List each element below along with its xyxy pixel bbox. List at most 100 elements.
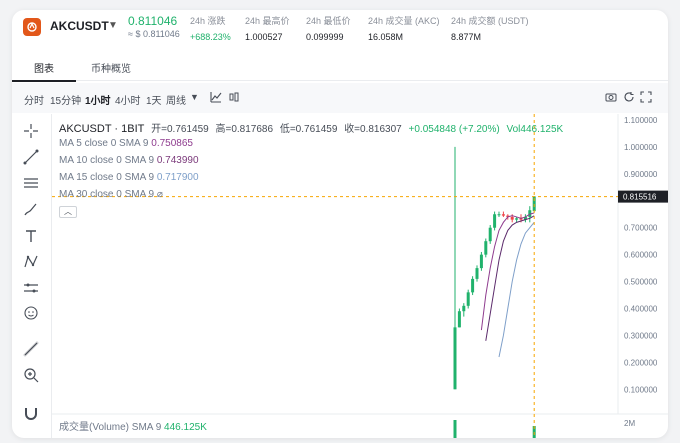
price-usd: ≈ $ 0.811046 bbox=[128, 29, 180, 39]
crosshair-icon[interactable] bbox=[22, 122, 40, 140]
tab-chart[interactable]: 图表 bbox=[34, 60, 54, 75]
price-tick-label: 0.900000 bbox=[624, 170, 658, 179]
timeframe-time[interactable]: 分时 bbox=[24, 92, 44, 107]
refresh-icon[interactable] bbox=[623, 91, 635, 103]
stat-label: 24h 涨跌 bbox=[190, 16, 226, 26]
candle-body bbox=[510, 216, 514, 220]
volume-legend: 成交量(Volume) SMA 9 446.125K bbox=[59, 418, 207, 433]
brush-icon[interactable] bbox=[22, 201, 40, 219]
price-tick-label: 0.700000 bbox=[624, 224, 658, 233]
candle-body bbox=[475, 268, 479, 279]
stat-value: 1.000527 bbox=[245, 32, 283, 42]
price-tick-label: 0.300000 bbox=[624, 331, 658, 340]
trend-line-icon[interactable] bbox=[22, 148, 40, 166]
indicator-icon[interactable] bbox=[210, 91, 222, 103]
candle-body bbox=[493, 214, 497, 228]
ruler-icon[interactable] bbox=[22, 340, 40, 358]
camera-icon[interactable] bbox=[605, 91, 617, 103]
stat-high: 24h 最高价 1.000527 bbox=[245, 14, 290, 42]
ohlc-legend: AKCUSDT · 1BIT 开=0.761459 高=0.817686 低=0… bbox=[59, 120, 567, 135]
price-tick-label: 0.200000 bbox=[624, 358, 658, 367]
ma10-legend[interactable]: MA 10 close 0 SMA 9 0.743990 bbox=[59, 155, 199, 166]
candle-body bbox=[515, 218, 519, 220]
current-price-tag: 0.815516 bbox=[623, 193, 657, 202]
ma15-line bbox=[498, 222, 535, 358]
timeframe-dropdown-icon[interactable]: ▼ bbox=[190, 92, 202, 104]
ma-label: MA 30 close 0 SMA 9 bbox=[59, 189, 155, 200]
candle-body bbox=[488, 227, 492, 242]
tab-coin-overview[interactable]: 币种概览 bbox=[91, 60, 131, 75]
stat-value: 16.058M bbox=[368, 32, 404, 42]
candle-body bbox=[457, 311, 461, 328]
candle-body bbox=[462, 305, 466, 312]
price-tick-label: 0.600000 bbox=[624, 251, 658, 260]
price-chart[interactable]: 1.100000 1.000000 0.900000 0.700000 0.600000… bbox=[52, 114, 668, 438]
stat-label: 24h 成交量 (AKC) bbox=[368, 16, 440, 26]
emoji-icon[interactable] bbox=[22, 304, 40, 322]
legend-close: 收=0.816307 bbox=[344, 124, 402, 135]
pattern-icon[interactable] bbox=[22, 253, 40, 271]
magnet-icon[interactable] bbox=[22, 404, 40, 422]
ma15-legend[interactable]: MA 15 close 0 SMA 9 0.717900 bbox=[59, 172, 199, 183]
price-tick-label: 1.100000 bbox=[624, 116, 658, 125]
ma-label: MA 5 close 0 SMA 9 bbox=[59, 138, 149, 149]
stat-change: 24h 涨跌 +688.23% bbox=[190, 14, 231, 42]
collapse-legend-button[interactable]: ︿ bbox=[59, 206, 77, 218]
prediction-icon[interactable] bbox=[22, 279, 40, 297]
price-tick-label: 0.500000 bbox=[624, 278, 658, 287]
drawing-toolbar bbox=[12, 114, 52, 438]
horizontal-lines-icon[interactable] bbox=[22, 174, 40, 192]
last-price: 0.811046 bbox=[128, 14, 178, 28]
timeframe-15m[interactable]: 15分钟 bbox=[50, 92, 81, 107]
eye-off-icon[interactable]: ⌀ bbox=[157, 189, 163, 200]
stat-turnover: 24h 成交额 (USDT) 8.877M bbox=[451, 14, 529, 42]
ma5-legend[interactable]: MA 5 close 0 SMA 9 0.750865 bbox=[59, 138, 193, 149]
stat-label: 24h 最高价 bbox=[245, 16, 290, 26]
view-tabs: 图表 币种概览 bbox=[12, 51, 668, 82]
stat-low: 24h 最低价 0.099999 bbox=[306, 14, 351, 42]
volume-label: 成交量(Volume) SMA 9 bbox=[59, 422, 162, 433]
price-tick-label: 1.000000 bbox=[624, 143, 658, 152]
volume-bar bbox=[453, 420, 457, 438]
stat-value: 0.099999 bbox=[306, 32, 344, 42]
stat-label: 24h 成交额 (USDT) bbox=[451, 16, 529, 26]
zoom-in-icon[interactable] bbox=[22, 366, 40, 384]
candle-body bbox=[484, 241, 488, 255]
price-tick-label: 0.400000 bbox=[624, 305, 658, 314]
ticker-header: AKCUSDT ▼ 0.811046 ≈ $ 0.811046 24h 涨跌 +… bbox=[12, 10, 668, 50]
stat-volume: 24h 成交量 (AKC) 16.058M bbox=[368, 14, 440, 42]
active-tab-indicator bbox=[12, 80, 76, 82]
stat-value: +688.23% bbox=[190, 32, 231, 42]
fullscreen-icon[interactable] bbox=[640, 91, 652, 103]
candle-body bbox=[497, 214, 501, 216]
volume-tick-label: 2M bbox=[624, 419, 635, 428]
chart-toolbar: 分时 15分钟 1小时 4小时 1天 周线 ▼ bbox=[12, 83, 668, 113]
price-tick-label: 0.100000 bbox=[624, 385, 658, 394]
pair-name[interactable]: AKCUSDT bbox=[50, 19, 109, 33]
legend-high: 高=0.817686 bbox=[215, 124, 274, 135]
pair-dropdown-icon[interactable]: ▼ bbox=[108, 20, 118, 31]
timeframe-1h[interactable]: 1小时 bbox=[85, 92, 111, 107]
stat-value: 8.877M bbox=[451, 32, 482, 42]
legend-volume: Vol446.125K bbox=[506, 124, 564, 135]
legend-low: 低=0.761459 bbox=[279, 124, 338, 135]
legend-open: 开=0.761459 bbox=[151, 124, 209, 135]
volume-value: 446.125K bbox=[164, 422, 207, 433]
timeframe-week[interactable]: 周线 bbox=[166, 92, 186, 107]
timeframe-4h[interactable]: 4小时 bbox=[115, 92, 141, 107]
candle-body bbox=[501, 214, 505, 216]
text-icon[interactable] bbox=[22, 227, 40, 245]
ma-label: MA 15 close 0 SMA 9 bbox=[59, 172, 155, 183]
ma30-legend[interactable]: MA 30 close 0 SMA 9 ⌀ bbox=[59, 189, 163, 200]
legend-symbol: AKCUSDT · 1BIT bbox=[59, 123, 145, 135]
kline-panel: AKCUSDT ▼ 0.811046 ≈ $ 0.811046 24h 涨跌 +… bbox=[12, 10, 668, 438]
candle-body bbox=[453, 327, 457, 390]
candle-body bbox=[479, 254, 483, 269]
coin-logo-icon bbox=[23, 18, 41, 36]
ma-value: 0.750865 bbox=[151, 138, 193, 149]
ma-value: 0.743990 bbox=[156, 155, 199, 166]
candle-body bbox=[471, 278, 475, 293]
timeframe-1d[interactable]: 1天 bbox=[146, 92, 162, 107]
ma-label: MA 10 close 0 SMA 9 bbox=[59, 155, 155, 166]
chart-type-icon[interactable] bbox=[228, 91, 240, 103]
